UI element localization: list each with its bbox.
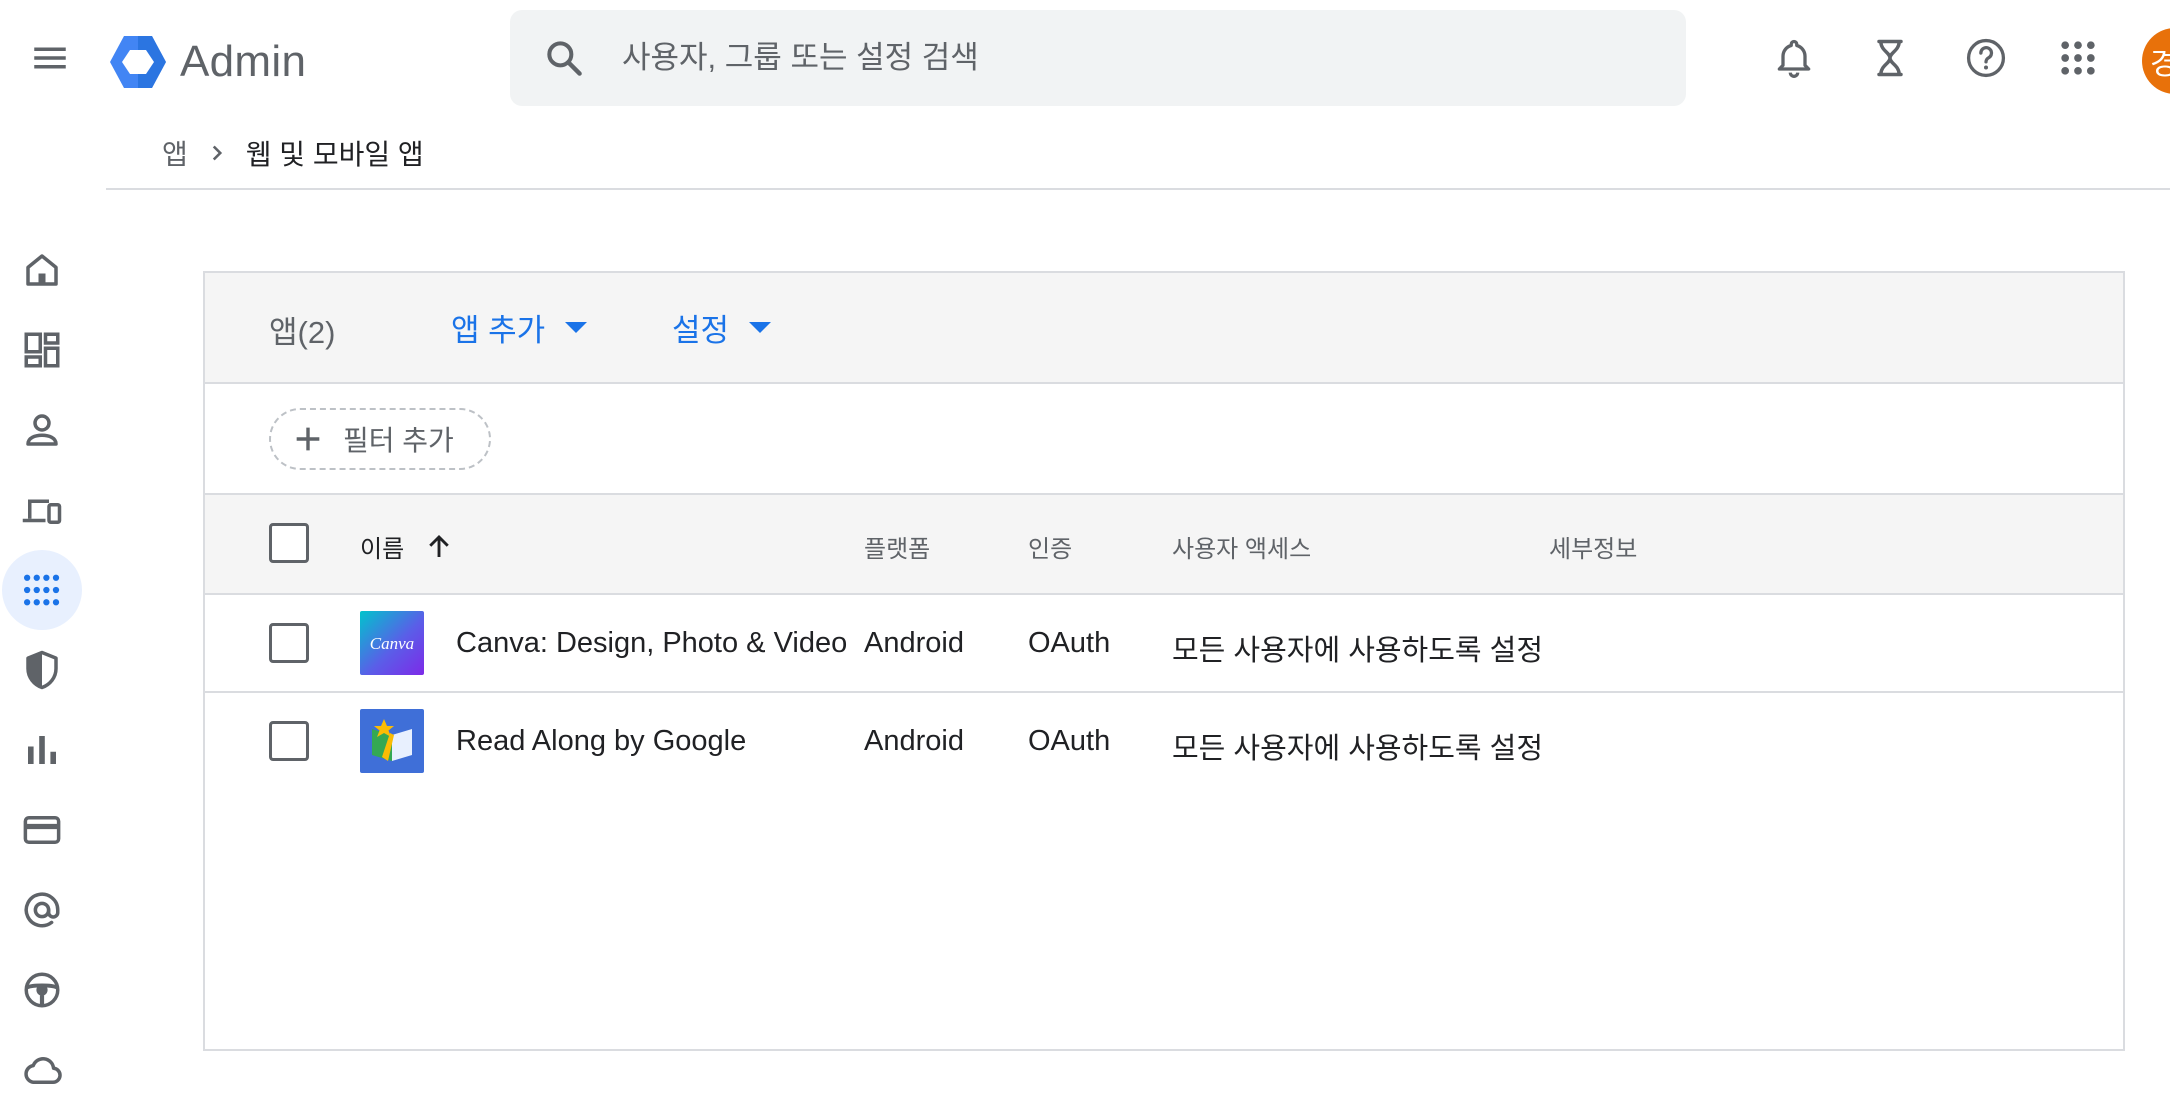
card-toolbar: 앱(2) 앱 추가 설정 [205,273,2123,384]
table-row[interactable]: Read Along by Google Android OAuth 모든 사용… [205,693,2123,791]
bar-chart-icon [28,736,56,764]
column-auth-header[interactable]: 인증 [1028,529,1072,564]
nav-devices[interactable] [2,470,82,550]
bell-icon [1777,39,1811,78]
breadcrumb-apps-link[interactable]: 앱 [162,133,188,173]
add-app-label: 앱 추가 [451,312,546,348]
column-platform-header[interactable]: 플랫폼 [864,529,930,564]
select-all-checkbox[interactable] [269,523,309,563]
add-filter-label: 필터 추가 [343,425,454,456]
devices-icon [22,499,62,524]
nav-rules[interactable] [2,950,82,1030]
nav-apps[interactable] [2,550,82,630]
nav-dashboard[interactable] [2,310,82,390]
app-platform: Android [864,725,964,757]
arrow-up-icon [429,534,449,557]
nav-storage[interactable] [2,1030,82,1110]
column-name-label: 이름 [360,536,405,563]
help-button[interactable] [1954,26,2018,90]
nav-billing[interactable] [2,790,82,870]
credit-card-icon [23,816,61,844]
home-icon [26,254,58,286]
shield-icon [26,650,58,690]
hourglass-icon [1877,39,1903,77]
nav-reports[interactable] [2,710,82,790]
at-sign-icon [24,892,60,928]
read-along-app-icon [360,709,424,773]
tasks-button[interactable] [1858,26,1922,90]
notifications-button[interactable] [1762,26,1826,90]
steering-wheel-icon [24,972,60,1008]
apps-table-card: 앱(2) 앱 추가 설정 필터 추가 이름 플랫폼 인증 사용자 액세스 세부정… [203,271,2125,1051]
top-app-bar: Admin 사용자, 그룹 또는 설정 검색 경 [0,0,2170,118]
app-count: 앱(2) [269,315,336,350]
column-user-access-header[interactable]: 사용자 액세스 [1172,529,1311,564]
app-user-access: 모든 사용자에 사용하도록 설정 [1172,635,1544,667]
chevron-right-icon [212,145,222,161]
app-name-link[interactable]: Read Along by Google [456,725,746,758]
table-header: 이름 플랫폼 인증 사용자 액세스 세부정보 [205,495,2123,595]
help-icon [1966,38,2006,78]
column-name-header[interactable]: 이름 [360,529,454,564]
nav-account[interactable] [2,870,82,950]
app-name-link[interactable]: Canva: Design, Photo & Video [456,627,847,660]
settings-label: 설정 [672,312,730,348]
cloud-icon [24,1057,62,1084]
app-auth: OAuth [1028,725,1111,757]
app-user-access: 모든 사용자에 사용하도록 설정 [1172,733,1544,765]
row-checkbox[interactable] [269,721,309,761]
breadcrumb: 앱 웹 및 모바일 앱 [106,118,2170,190]
nav-users[interactable] [2,390,82,470]
add-app-button[interactable]: 앱 추가 [451,301,588,353]
settings-button[interactable]: 설정 [672,301,772,353]
app-platform: Android [864,627,964,659]
column-details-header[interactable]: 세부정보 [1549,529,1637,564]
apps-grid-icon [23,574,60,606]
apps-grid-icon [2061,41,2095,75]
app-auth: OAuth [1028,627,1111,659]
table-row[interactable]: Canva Canva: Design, Photo & Video Andro… [205,595,2123,693]
nav-security[interactable] [2,630,82,710]
plus-icon [296,427,320,451]
row-checkbox[interactable] [269,623,309,663]
breadcrumb-current: 웹 및 모바일 앱 [245,139,424,170]
person-icon [26,414,58,446]
dropdown-caret-icon [749,321,772,333]
filter-bar: 필터 추가 [205,384,2123,495]
dropdown-caret-icon [565,321,588,333]
svg-text:Canva: Canva [370,634,414,653]
canva-app-icon: Canva [360,611,424,675]
dashboard-icon [24,332,60,368]
apps-launcher-button[interactable] [2046,26,2110,90]
left-navigation [0,118,84,1084]
nav-home[interactable] [2,230,82,310]
top-actions [0,26,2170,90]
add-filter-button[interactable]: 필터 추가 [269,408,491,470]
